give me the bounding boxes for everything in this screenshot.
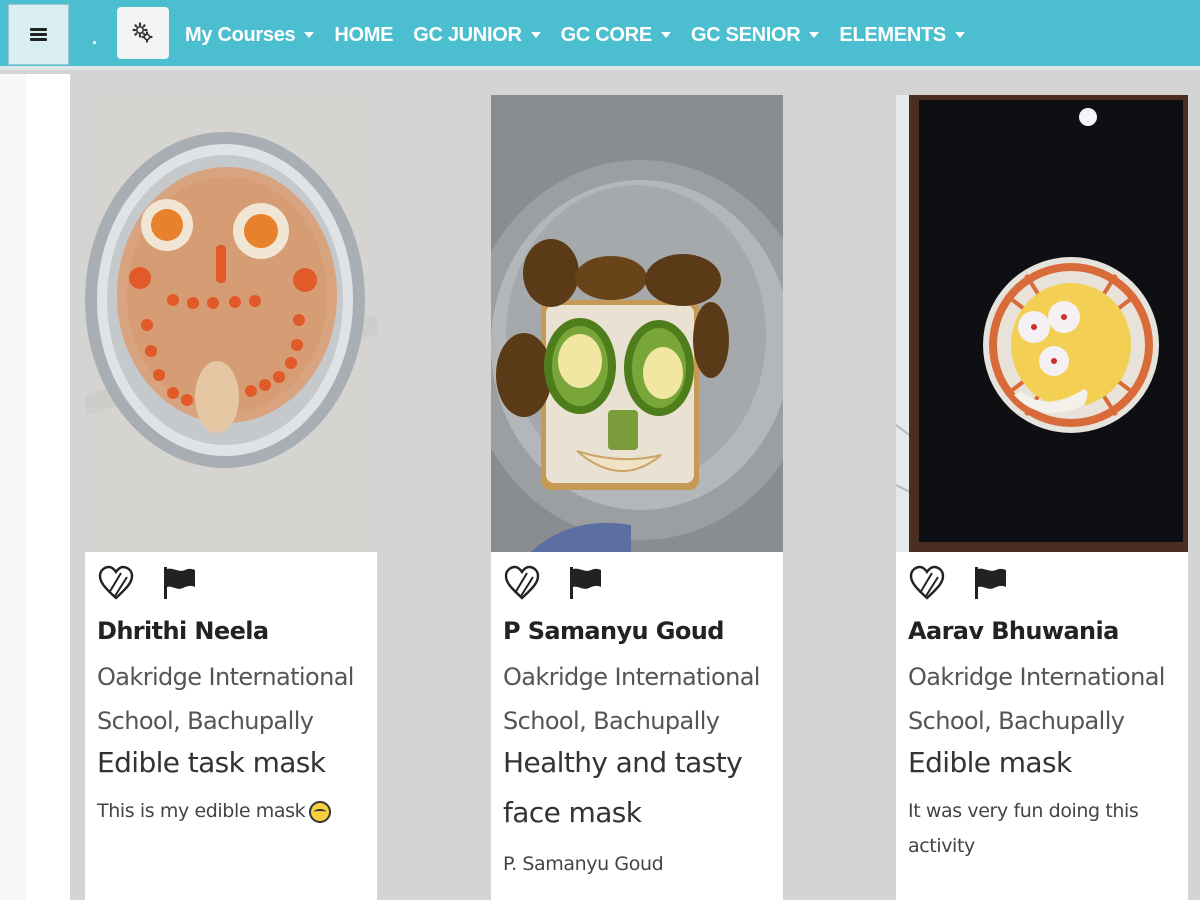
submission-description: This is my edible mask: [97, 794, 367, 829]
caret-down-icon: [809, 32, 820, 38]
card-photo-dosa-face[interactable]: [85, 95, 377, 552]
nav-label: ELEMENTS: [839, 23, 946, 46]
school-name: Oakridge International School, Bachupall…: [97, 663, 354, 735]
submission-description: P. Samanyu Goud: [503, 853, 664, 875]
gallery-card[interactable]: Aarav Bhuwania Oakridge International Sc…: [896, 95, 1188, 900]
nav-label: HOME: [334, 23, 394, 46]
left-edge: [0, 74, 26, 900]
nav-elements[interactable]: ELEMENTS: [839, 24, 965, 47]
card-photo-plate-face[interactable]: [896, 95, 1188, 552]
caret-down-icon: [660, 32, 671, 38]
card-actions: [908, 565, 1008, 601]
nav-gc-senior[interactable]: GC SENIOR: [691, 24, 820, 47]
card-photo-bread-face[interactable]: [491, 95, 783, 552]
top-navbar: . My Courses HOME GC JUNIOR GC CORE GC S…: [0, 0, 1200, 70]
submission-description: It was very fun doing this activity: [908, 800, 1139, 857]
gallery-card[interactable]: Dhrithi Neela Oakridge International Sch…: [85, 95, 377, 900]
nav-label: GC CORE: [560, 23, 653, 46]
school-name: Oakridge International School, Bachupall…: [503, 663, 760, 735]
main-nav: My Courses HOME GC JUNIOR GC CORE GC SEN…: [185, 0, 985, 70]
nav-gc-junior[interactable]: GC JUNIOR: [413, 23, 541, 47]
settings-button[interactable]: [117, 7, 169, 59]
student-name: Aarav Bhuwania: [908, 617, 1119, 645]
left-sidebar: [26, 74, 70, 900]
card-actions: [503, 565, 603, 601]
caret-down-icon: [304, 32, 315, 38]
caret-down-icon: [530, 32, 541, 38]
nav-my-courses[interactable]: My Courses: [185, 23, 315, 47]
hamburger-menu-icon: [30, 28, 47, 41]
submission-title: Edible mask: [908, 746, 1072, 779]
nav-home[interactable]: HOME: [334, 24, 393, 47]
student-name: Dhrithi Neela: [97, 617, 269, 645]
nav-label: GC JUNIOR: [413, 23, 522, 46]
site-name-dot: .: [92, 28, 98, 48]
gallery-card[interactable]: P Samanyu Goud Oakridge International Sc…: [491, 95, 783, 900]
flag-icon[interactable]: [972, 565, 1008, 601]
card-actions: [97, 565, 197, 601]
nav-label: GC SENIOR: [690, 23, 801, 46]
description-text: This is my edible mask: [97, 800, 306, 822]
school-name: Oakridge International School, Bachupall…: [908, 663, 1165, 735]
submission-title: Healthy and tasty face mask: [503, 746, 743, 829]
heart-icon[interactable]: [97, 565, 135, 601]
nav-gc-core[interactable]: GC CORE: [561, 24, 671, 47]
caret-down-icon: [954, 32, 965, 38]
nav-label: My Courses: [185, 23, 296, 46]
student-name: P Samanyu Goud: [503, 617, 724, 645]
grimace-emoji-icon: [309, 800, 332, 823]
menu-toggle-button[interactable]: [8, 4, 69, 65]
gears-icon: [132, 22, 153, 43]
flag-icon[interactable]: [161, 565, 197, 601]
heart-icon[interactable]: [908, 565, 946, 601]
heart-icon[interactable]: [503, 565, 541, 601]
flag-icon[interactable]: [567, 565, 603, 601]
submission-title: Edible task mask: [97, 746, 326, 779]
